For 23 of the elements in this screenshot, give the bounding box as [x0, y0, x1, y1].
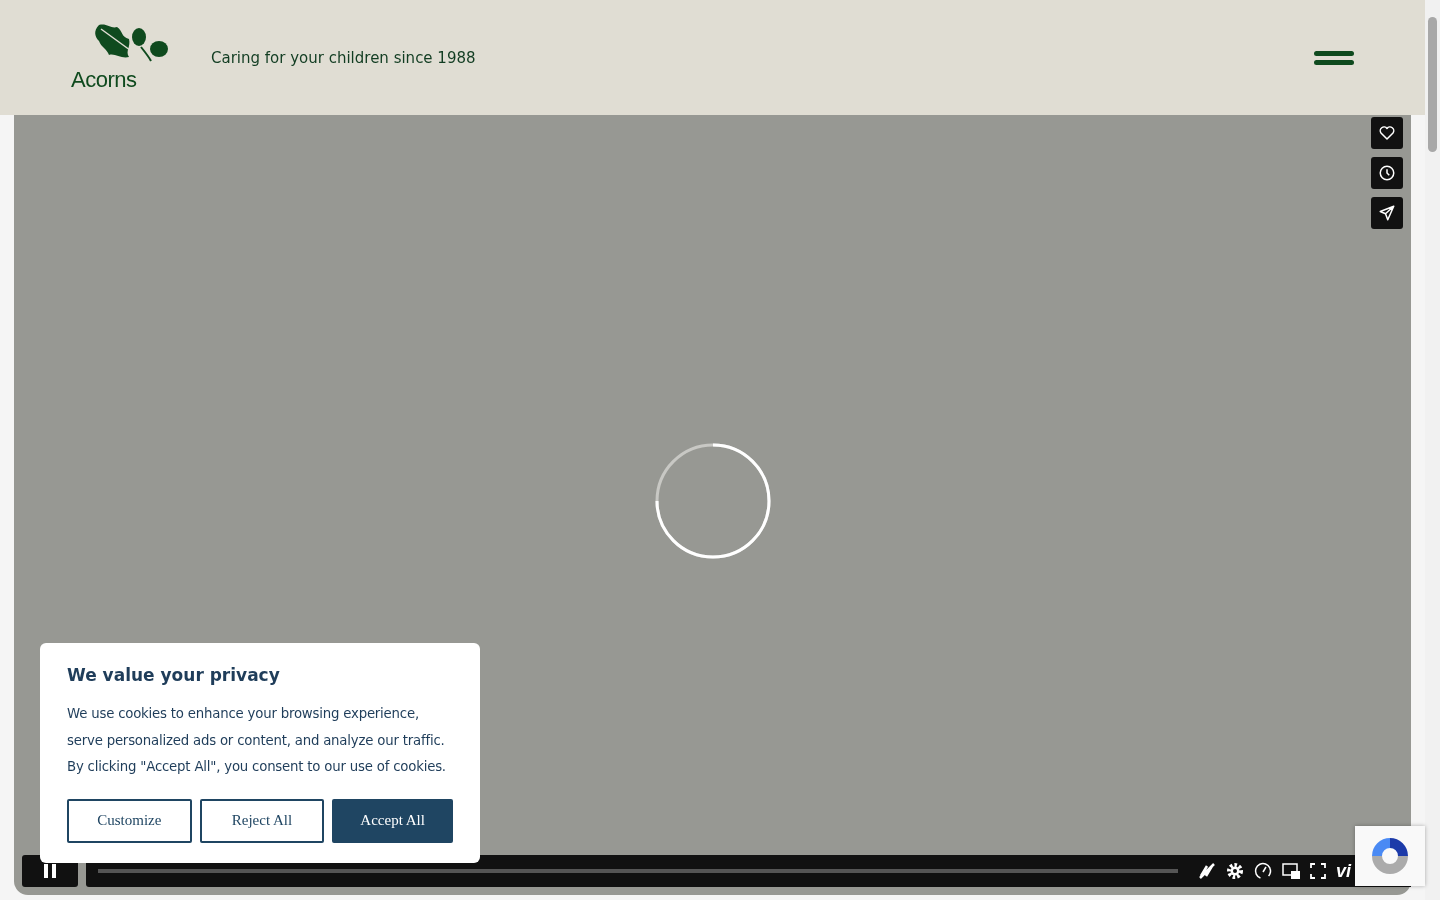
cookie-option-button[interactable]: Reject All [199, 798, 325, 843]
cookie-option-button[interactable]: Customize [67, 798, 192, 843]
menu-button[interactable] [1314, 49, 1354, 66]
heart-icon [1378, 124, 1396, 142]
settings-icon[interactable] [1226, 862, 1244, 880]
picture-in-picture-icon[interactable] [1282, 863, 1300, 879]
share-button[interactable] [1371, 197, 1403, 229]
vimeo-logo[interactable]: vi [1336, 860, 1351, 882]
paper-plane-icon [1378, 204, 1396, 222]
accept-button[interactable]: Accept All [332, 798, 453, 843]
progress-track[interactable] [98, 869, 1178, 873]
like-button[interactable] [1371, 117, 1403, 149]
recaptcha-badge[interactable] [1355, 826, 1425, 886]
speed-gauge-icon[interactable] [1254, 862, 1272, 880]
scrollbar-thumb[interactable] [1428, 17, 1437, 152]
logo-text[interactable]: Acorns [71, 68, 137, 91]
scrollbar[interactable] [1425, 0, 1440, 900]
clock-icon [1378, 164, 1396, 182]
tagline: Caring for your children since 1988 [211, 48, 476, 67]
watch-later-button[interactable] [1371, 157, 1403, 189]
banner-text: We use cookies to enhance your browsing experience, serve personalized ads or content, and analyze our traffic. By clicking "Accept All", you consent to our use of cookies. [67, 705, 447, 776]
fullscreen-icon[interactable] [1310, 863, 1326, 879]
banner-title: We value your privacy [67, 665, 281, 685]
